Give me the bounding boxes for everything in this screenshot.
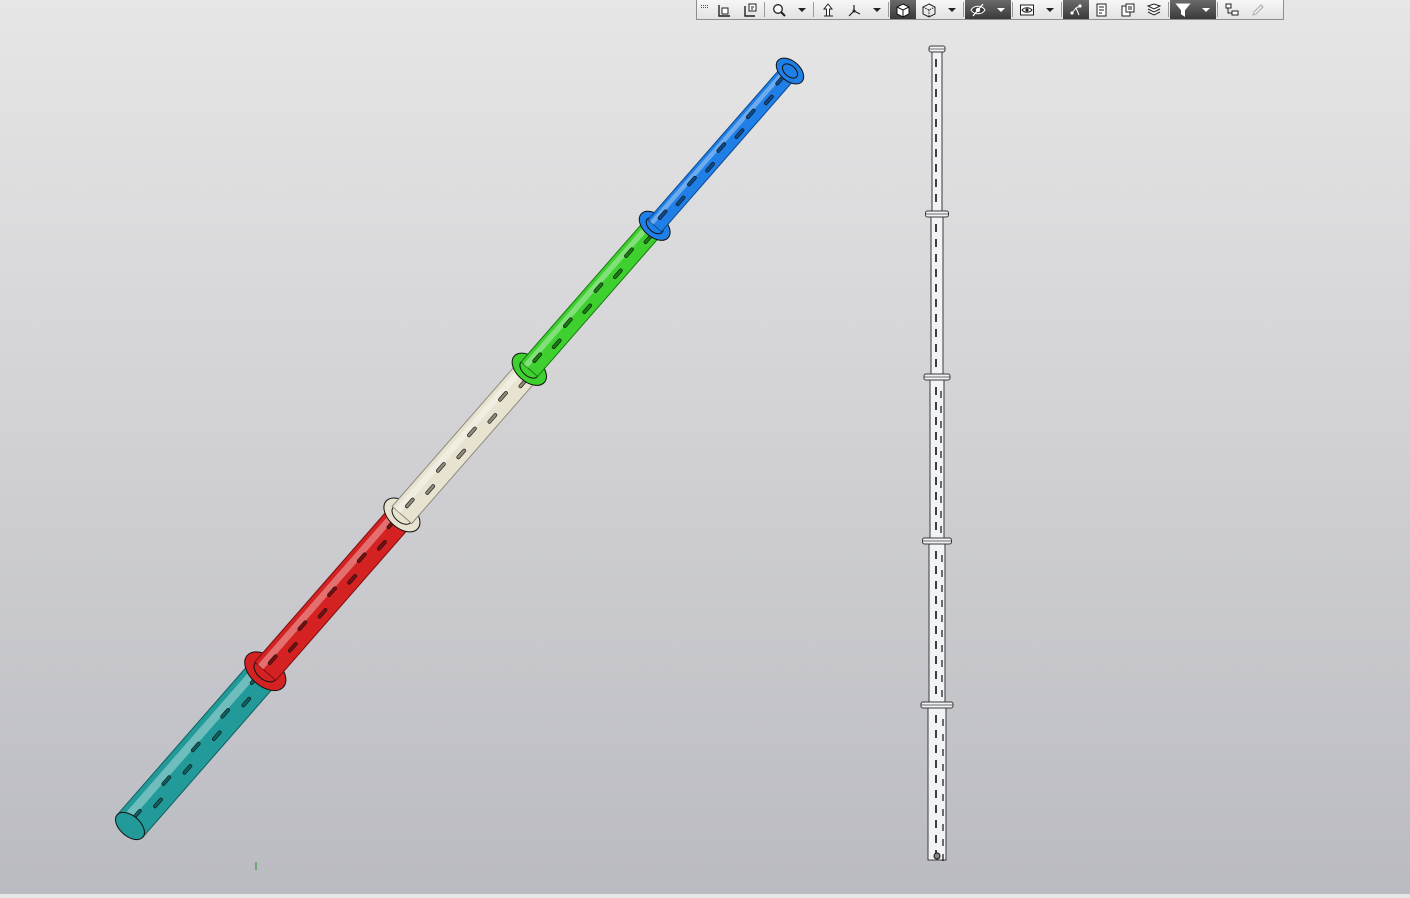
bottom-hole [933, 852, 941, 860]
toolbar-separator [1012, 2, 1013, 17]
grip-icon [700, 4, 708, 8]
segment-teal-highlight [121, 663, 263, 824]
realview-button[interactable] [1141, 0, 1167, 19]
hide-show-items-button[interactable] [965, 0, 991, 19]
stack-icon [1146, 2, 1162, 16]
segment-green[interactable] [520, 206, 676, 378]
cube-wireframe-icon [922, 2, 936, 18]
section-view-icon [848, 4, 861, 16]
toolbar-separator [963, 2, 964, 17]
section-view-button[interactable] [841, 0, 867, 19]
toolbar-separator [1061, 2, 1062, 17]
chevron-down-icon [948, 7, 956, 12]
zoom-area-button[interactable] [737, 0, 763, 19]
chevron-down-icon [1046, 7, 1054, 12]
hide-show-dropdown[interactable] [991, 0, 1011, 19]
segment-red[interactable] [254, 491, 427, 682]
toolbar-separator [1217, 2, 1218, 17]
segment-green-tube [520, 217, 664, 378]
front-view-pole-model[interactable] [920, 45, 954, 861]
eye-hide-icon [970, 3, 986, 16]
segment-green-highlight [523, 220, 654, 368]
edit-appearance-dropdown[interactable] [1040, 0, 1060, 19]
chevron-down-icon [798, 7, 806, 12]
front-segment[interactable] [928, 540, 946, 706]
selection-filter-button[interactable] [1170, 0, 1196, 19]
chevron-down-icon [1202, 7, 1210, 12]
layers-icon [1121, 3, 1135, 16]
chevron-down-icon [873, 7, 881, 12]
segment-red-highlight [257, 508, 400, 670]
measure-button[interactable] [1245, 0, 1271, 19]
front-tube [931, 48, 943, 215]
zoom-to-fit-button[interactable] [711, 0, 737, 19]
display-style-button[interactable] [916, 0, 942, 19]
toolbar-separator [764, 2, 765, 17]
view-settings-button[interactable] [1089, 0, 1115, 19]
isometric-pole-model[interactable] [110, 53, 808, 845]
cube-solid-icon [896, 2, 910, 18]
zoom-button[interactable] [766, 0, 792, 19]
model-scene[interactable] [0, 0, 1410, 894]
filter-icon [1175, 3, 1191, 17]
zoom-to-fit-icon [718, 4, 730, 17]
toolbar-separator [888, 2, 889, 17]
front-segment[interactable] [929, 376, 945, 542]
section-view-dropdown[interactable] [867, 0, 887, 19]
triad-marker-icon [255, 862, 257, 870]
edit-appearance-button[interactable] [1014, 0, 1040, 19]
segment-cream-highlight [395, 363, 528, 514]
display-pane-button[interactable] [1115, 0, 1141, 19]
front-segment[interactable] [927, 704, 947, 861]
previous-view-button[interactable] [815, 0, 841, 19]
segment-teal[interactable] [110, 644, 293, 845]
zoom-area-icon [744, 3, 757, 17]
graphics-viewport[interactable] [0, 0, 1410, 894]
magnifier-icon [773, 3, 786, 17]
selection-filter-dropdown[interactable] [1196, 0, 1216, 19]
front-tube [929, 376, 945, 542]
view-orientation-button[interactable] [890, 0, 916, 19]
toolbar-separator [813, 2, 814, 17]
tree-display-button[interactable] [1219, 0, 1245, 19]
tree-icon [1225, 3, 1239, 15]
segment-blue[interactable] [647, 53, 809, 233]
toolbar-separator [1168, 2, 1169, 17]
heads-up-view-toolbar [696, 0, 1284, 20]
segment-blue-highlight [649, 66, 789, 225]
scene-icon [1070, 3, 1082, 15]
front-segment[interactable] [931, 48, 943, 215]
front-tube [930, 213, 944, 378]
eye-appearance-icon [1020, 4, 1034, 15]
document-settings-icon [1096, 3, 1107, 16]
front-segment[interactable] [930, 213, 944, 378]
pencil-icon [1252, 3, 1264, 16]
segment-red-tube [254, 505, 414, 682]
chevron-down-icon [997, 7, 1005, 12]
zoom-dropdown[interactable] [792, 0, 812, 19]
segment-cream[interactable] [391, 347, 552, 525]
toolbar-grip [697, 0, 711, 19]
apply-scene-button[interactable] [1063, 0, 1089, 19]
previous-view-icon [822, 2, 834, 16]
display-style-dropdown[interactable] [942, 0, 962, 19]
